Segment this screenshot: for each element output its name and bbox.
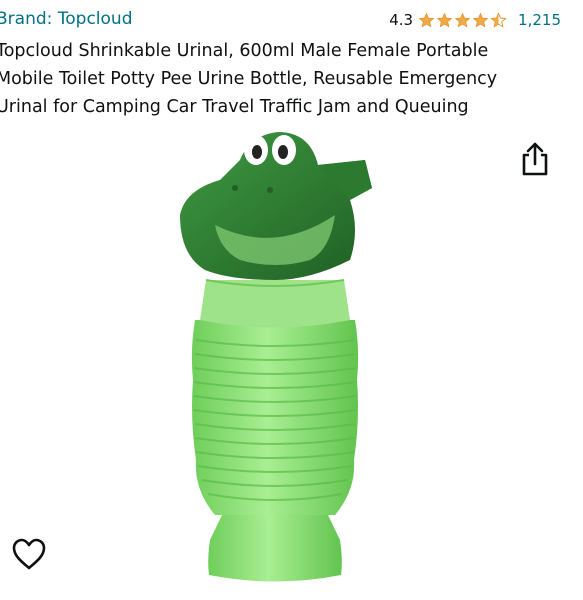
star-full-icon <box>418 12 435 27</box>
rating-count-link[interactable]: 1,215 <box>518 11 561 29</box>
rating-value: 4.3 <box>389 11 414 29</box>
product-title: Topcloud Shrinkable Urinal, 600ml Male F… <box>0 37 556 121</box>
star-full-icon <box>472 12 489 27</box>
product-title-line: Urinal for Camping Car Travel Traffic Ja… <box>0 97 469 117</box>
star-full-icon <box>436 12 453 27</box>
star-full-icon <box>454 12 471 27</box>
star-rating[interactable] <box>418 11 508 29</box>
rating-block[interactable]: 4.3 1,215 <box>389 11 561 29</box>
share-icon[interactable] <box>518 141 552 177</box>
product-image[interactable] <box>160 120 390 585</box>
brand-link[interactable]: Brand: Topcloud <box>0 9 133 29</box>
product-title-line: Mobile Toilet Potty Pee Urine Bottle, Re… <box>0 69 498 89</box>
product-detail-page: Brand: Topcloud 4.3 1,215 Topcloud Shrin… <box>0 0 583 600</box>
heart-icon[interactable] <box>10 536 48 572</box>
star-half-icon <box>490 11 507 28</box>
product-title-line: Topcloud Shrinkable Urinal, 600ml Male F… <box>0 41 489 61</box>
